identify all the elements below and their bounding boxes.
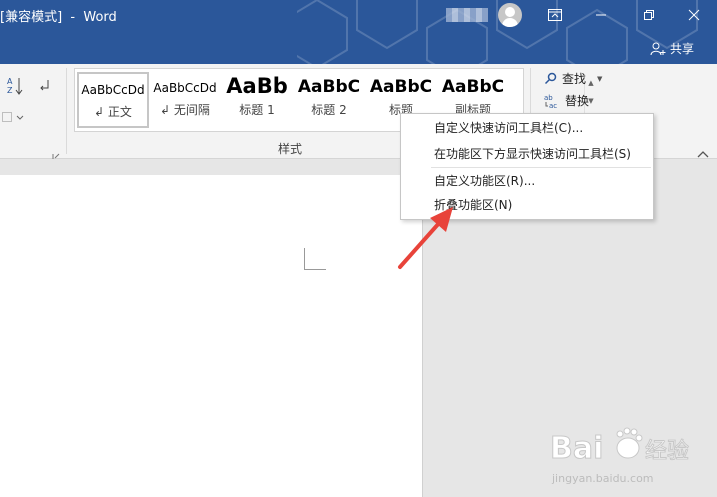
svg-text:ab: ab xyxy=(544,94,553,102)
style-sample: AaBbCcDd xyxy=(153,81,217,95)
menu-item-show-qat-below[interactable]: 在功能区下方显示快速访问工具栏(S) xyxy=(401,143,653,165)
replace-button[interactable]: ab ac 替换 xyxy=(544,92,589,109)
paragraph-dialog-launcher[interactable] xyxy=(52,146,60,161)
ribbon-separator xyxy=(66,68,67,154)
menu-item-collapse-ribbon[interactable]: 折叠功能区(N) xyxy=(401,194,653,216)
restore-icon xyxy=(644,10,654,20)
style-heading-2[interactable]: AaBbC 标题 2 xyxy=(293,72,365,128)
chevron-up-icon xyxy=(697,151,709,158)
style-name: ↲ 无间隔 xyxy=(160,103,210,117)
share-button[interactable]: 共享 xyxy=(650,40,694,57)
style-sample: AaBbC xyxy=(369,77,433,97)
borders-button[interactable] xyxy=(2,110,26,124)
minimize-button[interactable] xyxy=(578,0,624,30)
svg-text:ac: ac xyxy=(549,102,557,109)
menu-item-customize-ribbon[interactable]: 自定义功能区(R)... xyxy=(401,170,653,192)
watermark-url: jingyan.baidu.com xyxy=(551,472,654,485)
style-sample: AaBb xyxy=(226,74,288,98)
title-bar: [兼容模式] - Word 共享 xyxy=(0,0,717,64)
avatar[interactable] xyxy=(498,3,522,27)
style-sample: AaBbC xyxy=(297,77,361,97)
find-label: 查找 xyxy=(562,72,587,86)
replace-icon: ab ac xyxy=(544,94,557,109)
sort-button[interactable]: A Z xyxy=(6,76,24,96)
collapse-ribbon-button[interactable] xyxy=(696,144,710,158)
svg-text:A: A xyxy=(7,77,13,86)
page-corner-mark xyxy=(304,248,326,270)
style-name: ↲ 正文 xyxy=(94,105,132,119)
find-button[interactable]: 查找 ▼ xyxy=(544,70,602,87)
paragraph-mark-icon xyxy=(40,80,49,91)
restore-button[interactable] xyxy=(626,0,672,30)
menu-item-customize-qat[interactable]: 自定义快速访问工具栏(C)... xyxy=(401,117,653,139)
share-label: 共享 xyxy=(670,42,695,56)
close-icon xyxy=(688,9,700,21)
minimize-icon xyxy=(596,14,606,16)
ribbon-display-icon xyxy=(548,9,562,21)
person-add-icon xyxy=(650,42,666,55)
chevron-down-icon: ▼ xyxy=(597,74,603,83)
style-sample: AaBbCcDd xyxy=(81,83,145,97)
document-page[interactable] xyxy=(0,175,423,497)
style-name-text: 无间隔 xyxy=(173,103,210,117)
search-icon xyxy=(544,72,557,85)
style-name-text: 正文 xyxy=(107,105,132,119)
svg-text:Z: Z xyxy=(7,86,13,95)
replace-label: 替换 xyxy=(565,94,590,108)
style-name: 标题 1 xyxy=(239,103,275,117)
style-normal[interactable]: AaBbCcDd ↲ 正文 xyxy=(77,72,149,128)
style-name: 标题 2 xyxy=(311,103,347,117)
style-sample: AaBbC xyxy=(441,77,505,97)
baidu-jingyan-watermark: Bai 经验 jingyan.baidu.com xyxy=(550,420,710,490)
style-no-spacing[interactable]: AaBbCcDd ↲ 无间隔 xyxy=(149,72,221,128)
user-name[interactable] xyxy=(446,8,488,22)
show-marks-button[interactable] xyxy=(38,78,52,94)
window-title: [兼容模式] - Word xyxy=(0,10,117,25)
style-heading-1[interactable]: AaBb 标题 1 xyxy=(221,72,293,128)
baidu-logo: Bai 经验 jingyan.baidu.com xyxy=(550,427,690,485)
styles-group-label: 样式 xyxy=(278,142,303,156)
close-button[interactable] xyxy=(671,0,717,30)
ribbon-context-menu: 自定义快速访问工具栏(C)... 在功能区下方显示快速访问工具栏(S) 自定义功… xyxy=(400,113,654,220)
watermark-brand: Bai xyxy=(550,431,603,466)
watermark-brand-cn: 经验 xyxy=(645,439,689,464)
ribbon-display-options-button[interactable] xyxy=(532,0,578,30)
borders-icon xyxy=(2,112,24,122)
sort-az-icon: A Z xyxy=(7,77,23,95)
menu-separator xyxy=(431,167,651,168)
